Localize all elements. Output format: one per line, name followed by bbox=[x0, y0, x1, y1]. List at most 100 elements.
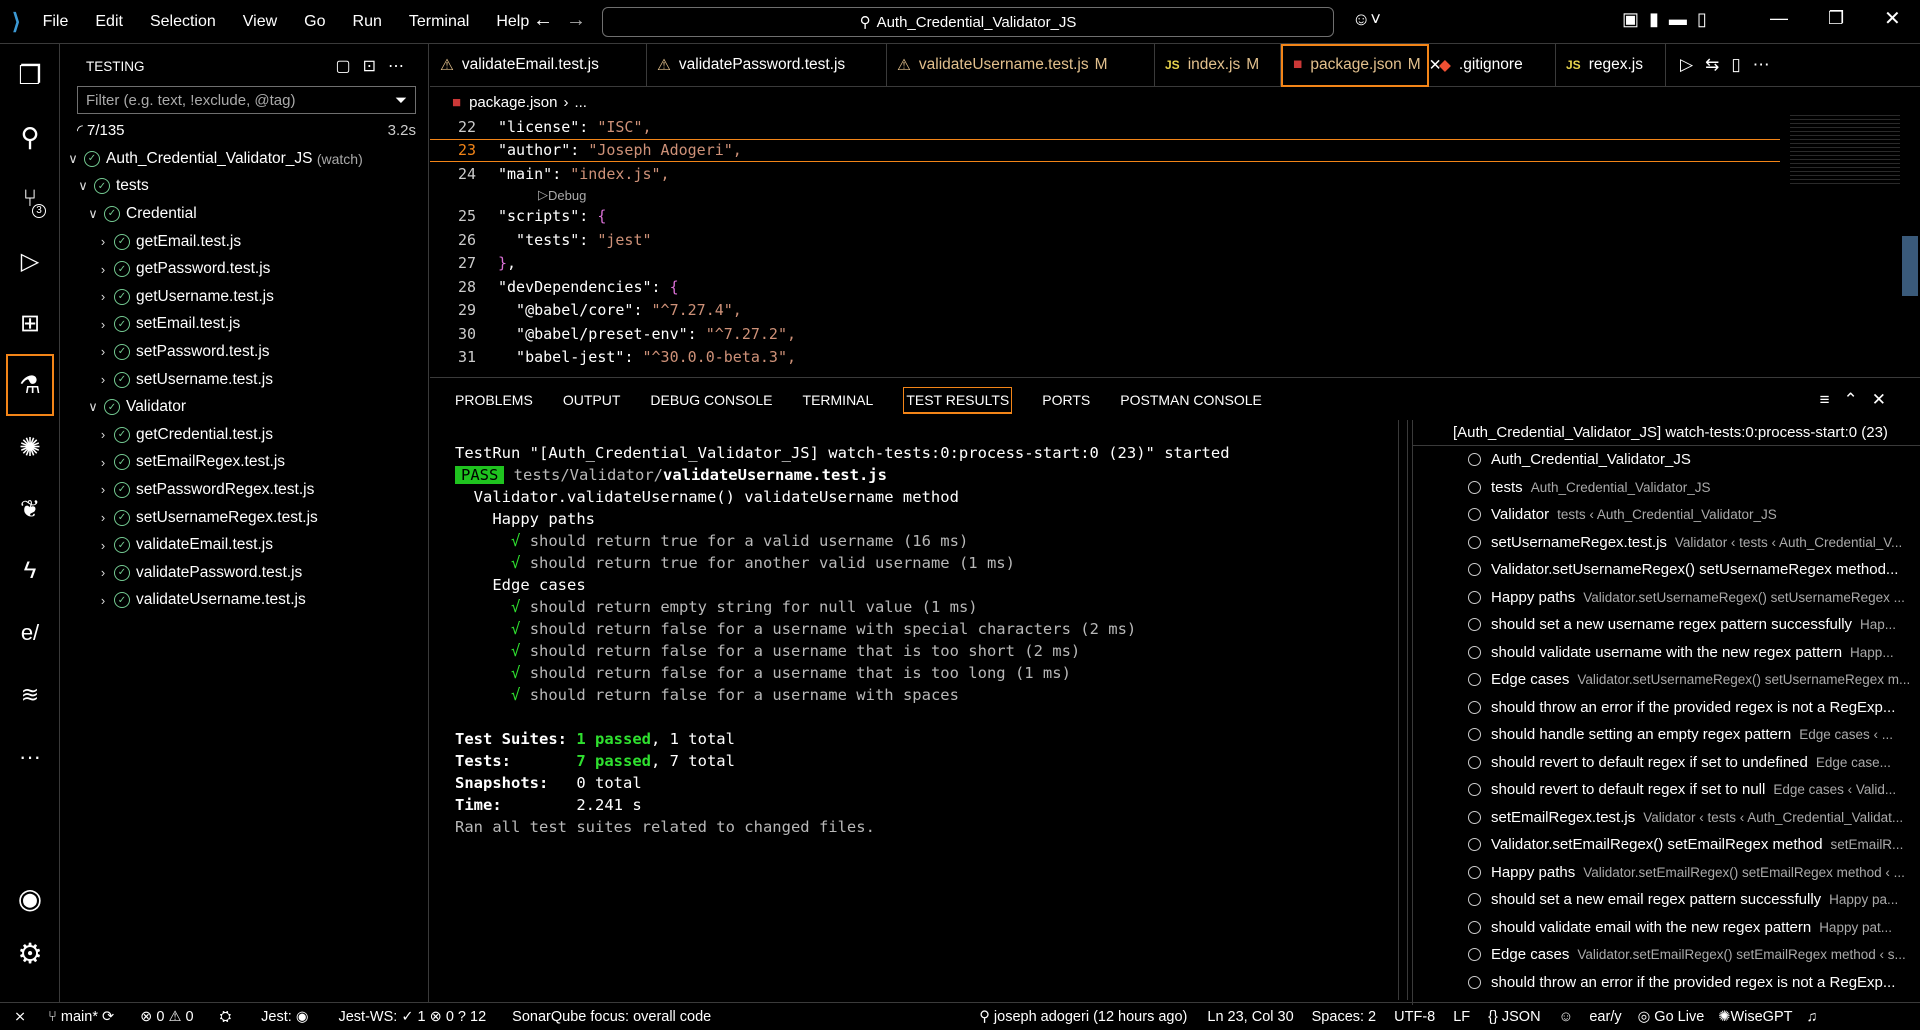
tab-index-js[interactable]: JS index.js M bbox=[1155, 43, 1281, 87]
tree-item[interactable]: › ✓ setEmailRegex.test.js bbox=[60, 449, 428, 477]
testing-flask-icon[interactable]: ⚗ bbox=[6, 354, 54, 416]
problems-status[interactable]: ⊗ 0 ⚠ 0 bbox=[140, 1009, 193, 1025]
copilot-icon[interactable]: ☺˅ bbox=[1352, 9, 1381, 30]
indentation[interactable]: Spaces: 2 bbox=[1312, 1009, 1377, 1025]
result-item[interactable]: Auth_Credential_Validator_JS bbox=[1413, 446, 1920, 474]
result-item[interactable]: setEmailRegex.test.js Validator ‹ tests ‹… bbox=[1413, 804, 1920, 832]
menu-edit[interactable]: Edit bbox=[95, 13, 123, 31]
tree-item[interactable]: › ✓ getUsername.test.js bbox=[60, 283, 428, 311]
tab-debug-console[interactable]: DEBUG CONSOLE bbox=[650, 392, 772, 408]
result-item[interactable]: should revert to default regex if set to… bbox=[1413, 776, 1920, 804]
language-mode[interactable]: {} JSON bbox=[1488, 1009, 1540, 1025]
run-debug-icon[interactable]: ▷ bbox=[0, 230, 60, 292]
tree-item[interactable]: › ✓ getCredential.test.js bbox=[60, 421, 428, 449]
tree-item[interactable]: › ✓ getPassword.test.js bbox=[60, 255, 428, 283]
tab-test-results[interactable]: TEST RESULTS bbox=[903, 386, 1013, 414]
result-item[interactable]: tests Auth_Credential_Validator_JS bbox=[1413, 474, 1920, 502]
debug-icon[interactable]: ⛭ bbox=[220, 1009, 232, 1025]
branch-name[interactable]: main* bbox=[61, 1009, 98, 1025]
more-icon[interactable]: ··· bbox=[0, 726, 60, 788]
result-item[interactable]: should validate email with the new regex… bbox=[1413, 914, 1920, 942]
extensions-icon[interactable]: ⊞ bbox=[0, 292, 60, 354]
menu-terminal[interactable]: Terminal bbox=[409, 13, 469, 31]
tree-item[interactable]: › ✓ validatePassword.test.js bbox=[60, 559, 428, 587]
editor-actions[interactable]: ▷⇆▯⋯ bbox=[1680, 55, 1782, 75]
settings-gear-icon[interactable]: ⚙ bbox=[0, 922, 60, 984]
explorer-icon[interactable]: ❐ bbox=[0, 44, 60, 106]
test-output-terminal[interactable]: TestRun "[Auth_Credential_Validator_JS] … bbox=[430, 420, 1398, 1000]
tree-root[interactable]: ∨ ✓ Auth_Credential_Validator_JS (watch) bbox=[60, 145, 428, 173]
cursor-position[interactable]: Ln 23, Col 30 bbox=[1207, 1009, 1293, 1025]
restore-icon[interactable]: ❐ bbox=[1828, 8, 1844, 29]
result-item[interactable]: should throw an error if the provided re… bbox=[1413, 694, 1920, 722]
result-item[interactable]: Validator.setEmailRegex() setEmailRegex … bbox=[1413, 831, 1920, 859]
result-item[interactable]: should validate username with the new re… bbox=[1413, 639, 1920, 667]
code-editor[interactable]: 22 "license": "ISC", 23 "author": "Joseph … bbox=[430, 115, 1920, 377]
tab-terminal[interactable]: TERMINAL bbox=[803, 392, 874, 408]
result-item[interactable]: should revert to default regex if set to… bbox=[1413, 749, 1920, 777]
tab-gitignore[interactable]: ◆ .gitignore bbox=[1429, 43, 1556, 87]
menu-file[interactable]: File bbox=[43, 13, 69, 31]
result-item[interactable]: Happy paths Validator.setUsernameRegex() … bbox=[1413, 584, 1920, 612]
menu-go[interactable]: Go bbox=[304, 13, 325, 31]
result-item[interactable]: Edge cases Validator.setEmailRegex() setE… bbox=[1413, 941, 1920, 969]
minimize-icon[interactable]: — bbox=[1770, 8, 1788, 29]
menu-view[interactable]: View bbox=[243, 13, 277, 31]
sidebar-actions[interactable]: ▢⊡⋯ bbox=[335, 56, 416, 76]
earl-status[interactable]: ear/y bbox=[1589, 1009, 1621, 1025]
codelens-debug[interactable]: ▷ Debug bbox=[430, 186, 1920, 205]
jest-ws-status[interactable]: Jest-WS: ✓ 1 ⊗ 0 ? 12 bbox=[338, 1009, 486, 1025]
forward-arrow-icon[interactable]: → bbox=[566, 9, 586, 32]
tree-item[interactable]: › ✓ getEmail.test.js bbox=[60, 228, 428, 256]
close-window-icon[interactable]: ✕ bbox=[1884, 6, 1901, 31]
layout-toggle-icons[interactable]: ▣▮▬▯ bbox=[1622, 9, 1717, 30]
tab-package-json[interactable]: ■ package.json M ✕ bbox=[1281, 43, 1442, 87]
tree-tests[interactable]: ∨ ✓ tests bbox=[60, 173, 428, 201]
extension-sun-icon[interactable]: ✺ bbox=[0, 416, 60, 478]
result-item[interactable]: should handle setting an empty regex pat… bbox=[1413, 721, 1920, 749]
source-control-icon[interactable]: ⑂ 3 bbox=[0, 168, 60, 230]
git-blame-status[interactable]: ⚲ joseph adogeri (12 hours ago) bbox=[979, 1009, 1187, 1025]
menu-selection[interactable]: Selection bbox=[150, 13, 216, 31]
result-item[interactable]: Validator.setUsernameRegex() setUsername… bbox=[1413, 556, 1920, 584]
search-view-icon[interactable]: ⚲ bbox=[0, 106, 60, 168]
sonarqube-status[interactable]: SonarQube focus: overall code bbox=[512, 1009, 711, 1025]
test-filter-input[interactable]: Filter (e.g. text, !exclude, @tag) ⏷ bbox=[77, 86, 416, 114]
tab-ports[interactable]: PORTS bbox=[1042, 392, 1090, 408]
tree-item[interactable]: › ✓ setUsernameRegex.test.js bbox=[60, 504, 428, 532]
result-item[interactable]: should throw an error if the provided re… bbox=[1413, 969, 1920, 997]
jest-status[interactable]: Jest: ◉ bbox=[261, 1009, 308, 1025]
back-arrow-icon[interactable]: ← bbox=[533, 9, 553, 32]
filter-funnel-icon[interactable]: ⏷ bbox=[395, 92, 407, 109]
tree-validator[interactable]: ∨ ✓ Validator bbox=[60, 393, 428, 421]
account-icon[interactable]: ◉ bbox=[0, 867, 60, 929]
tab-output[interactable]: OUTPUT bbox=[563, 392, 621, 408]
minimap[interactable] bbox=[1790, 115, 1900, 185]
tree-item[interactable]: › ✓ validateEmail.test.js bbox=[60, 531, 428, 559]
remote-icon[interactable]: ⨯ bbox=[14, 1009, 26, 1025]
eol[interactable]: LF bbox=[1453, 1009, 1470, 1025]
wave-icon[interactable]: ≋ bbox=[0, 664, 60, 726]
result-item[interactable]: Happy paths Validator.setEmailRegex() set… bbox=[1413, 859, 1920, 887]
mongodb-leaf-icon[interactable]: ❦ bbox=[0, 478, 60, 540]
go-live-button[interactable]: ◎ Go Live bbox=[1638, 1009, 1705, 1025]
tree-credential[interactable]: ∨ ✓ Credential bbox=[60, 200, 428, 228]
terminal-scrollbar[interactable] bbox=[1398, 420, 1408, 1000]
sync-icon[interactable]: ⟳ bbox=[102, 1009, 114, 1025]
tree-item[interactable]: › ✓ setEmail.test.js bbox=[60, 311, 428, 339]
tab-validate-username[interactable]: ⚠ validateUsername.test.js M bbox=[887, 43, 1155, 87]
tab-problems[interactable]: PROBLEMS bbox=[455, 392, 533, 408]
tree-item[interactable]: › ✓ setPassword.test.js bbox=[60, 338, 428, 366]
tab-postman-console[interactable]: POSTMAN CONSOLE bbox=[1120, 392, 1262, 408]
result-item[interactable]: Validator tests ‹ Auth_Credential_Validat… bbox=[1413, 501, 1920, 529]
results-header[interactable]: [Auth_Credential_Validator_JS] watch-tes… bbox=[1413, 420, 1920, 446]
branch-icon[interactable]: ⑂ bbox=[48, 1009, 57, 1025]
earl-icon[interactable]: e/ bbox=[0, 602, 60, 664]
notifications-bell-icon[interactable]: ♫ bbox=[1806, 1009, 1817, 1025]
tab-validate-email[interactable]: ⚠ validateEmail.test.js bbox=[430, 43, 647, 87]
tree-item[interactable]: › ✓ setPasswordRegex.test.js bbox=[60, 476, 428, 504]
panel-actions[interactable]: ≡⌃✕ bbox=[1820, 390, 1900, 410]
wisegpt-status[interactable]: ✺WiseGPT bbox=[1718, 1009, 1792, 1025]
menu-help[interactable]: Help bbox=[496, 13, 529, 31]
thunder-client-icon[interactable]: ϟ bbox=[0, 540, 60, 602]
